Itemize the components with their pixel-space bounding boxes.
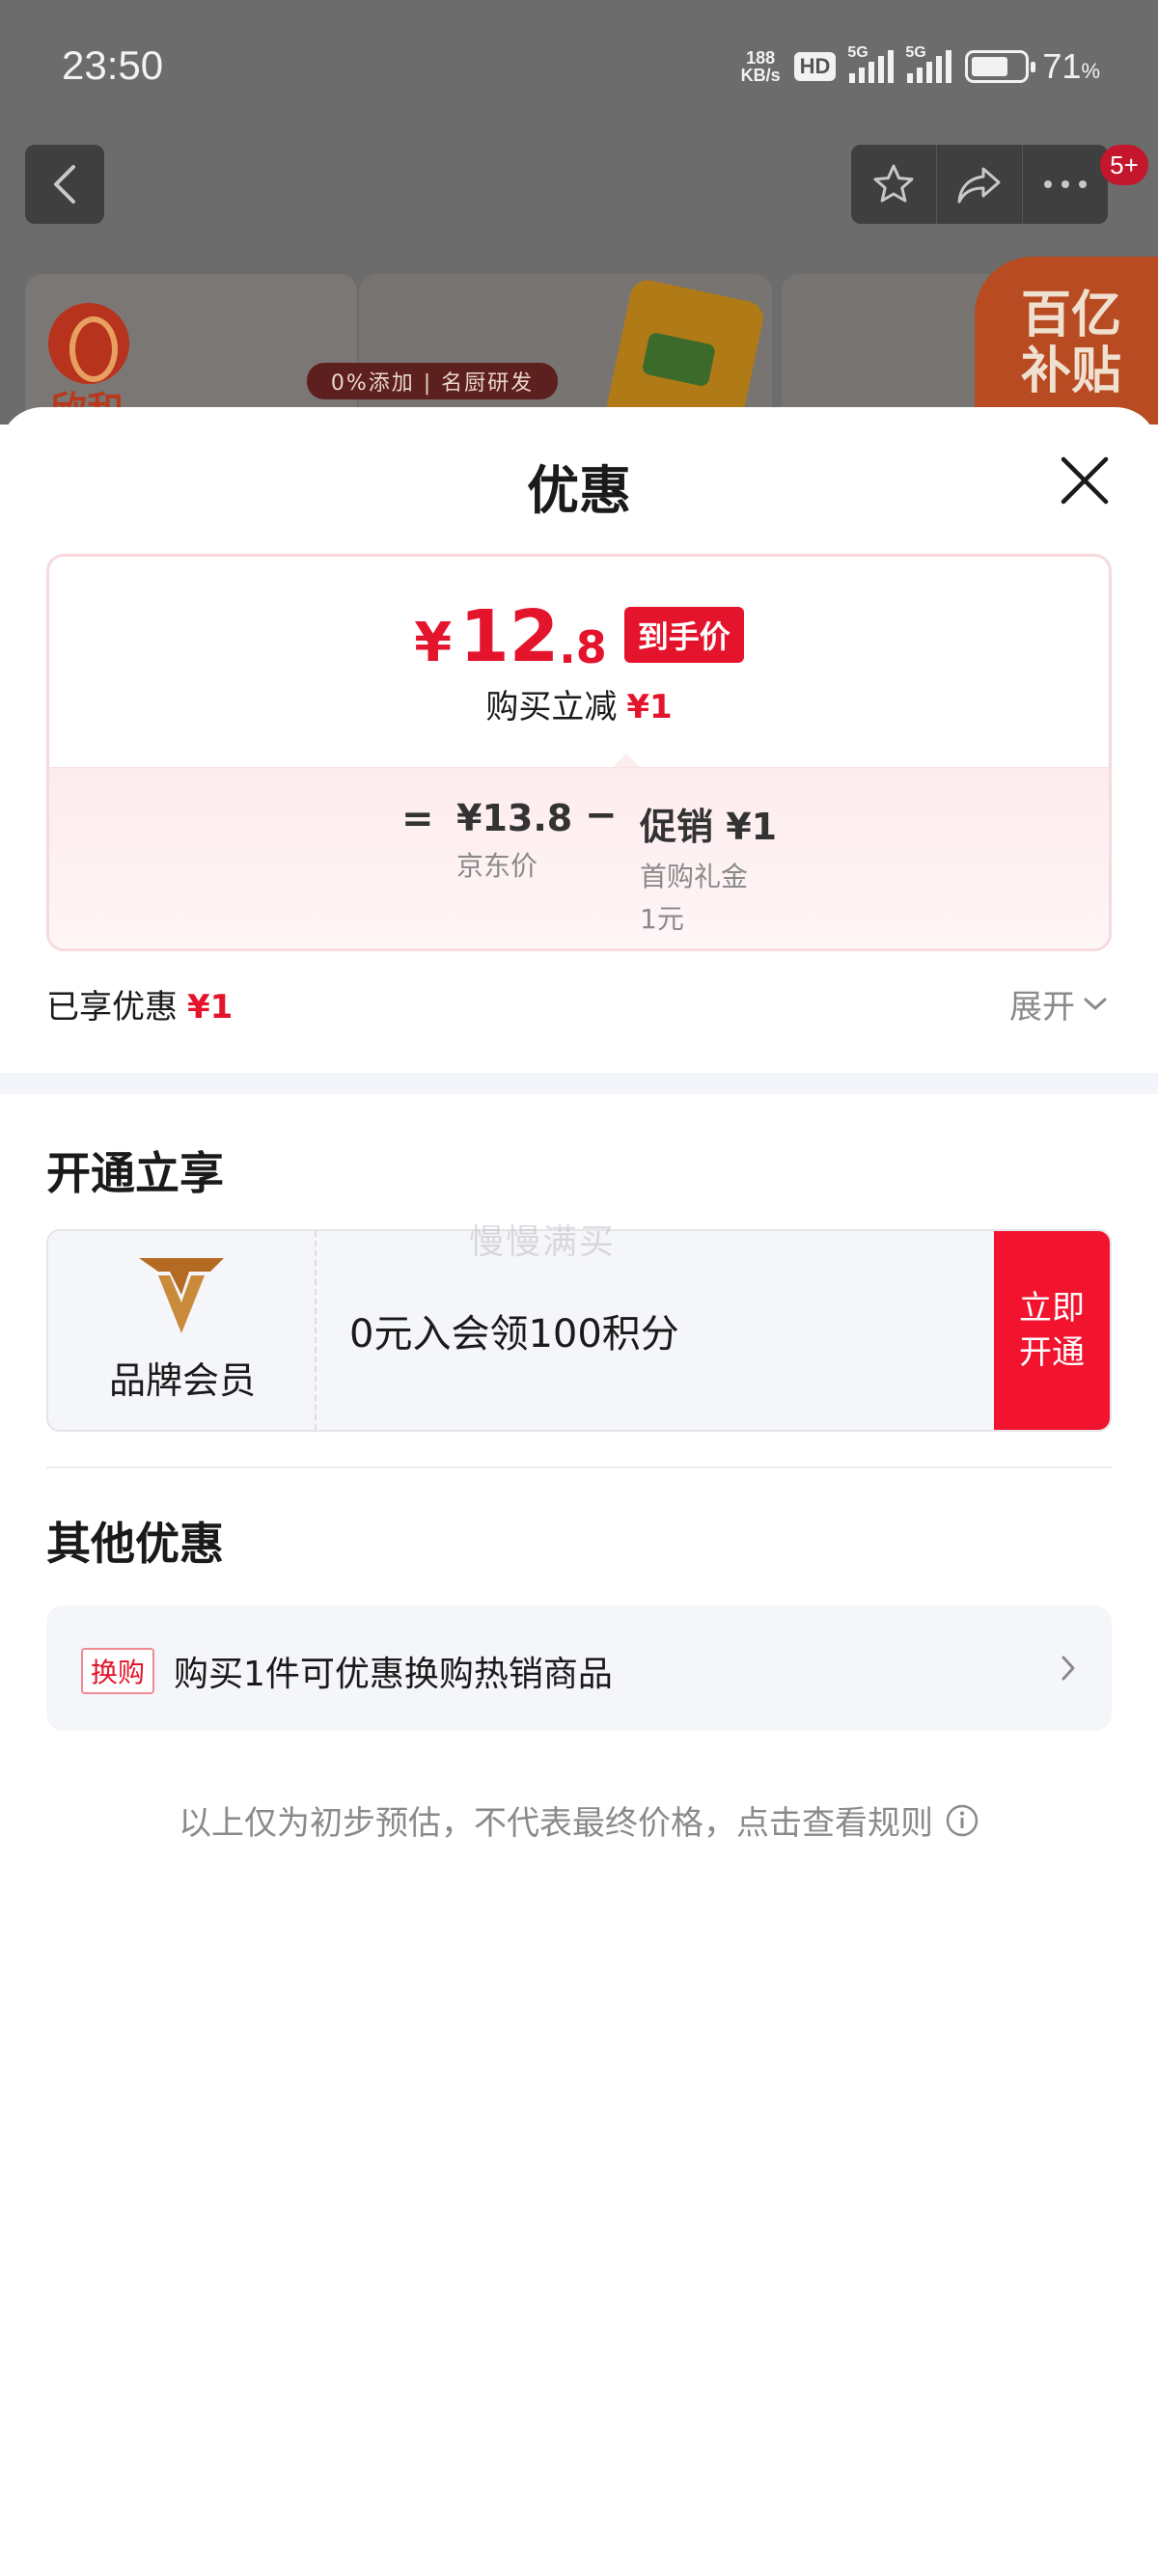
chevron-right-icon	[1062, 1656, 1075, 1681]
open-section-title: 开通立享	[46, 1147, 224, 1199]
battery-percent: 71%	[1042, 46, 1100, 86]
divider-line	[46, 1466, 1112, 1468]
close-button[interactable]	[1058, 453, 1112, 507]
member-benefit-text: 0元入会领100积分	[349, 1312, 679, 1357]
open-now-button[interactable]: 立即开通	[994, 1231, 1110, 1430]
final-price-section: ¥ 12 .8 到手价 购买立减 ¥1	[49, 557, 1109, 767]
exchange-offer-row[interactable]: 换购 购买1件可优惠换购热销商品	[46, 1605, 1112, 1731]
expand-button[interactable]: 展开	[1009, 980, 1108, 1028]
more-icon	[1044, 180, 1087, 188]
network-speed: 188 KB/s	[740, 48, 781, 85]
final-price-tag: 到手价	[623, 607, 744, 663]
enjoyed-discount: 已享优惠 ¥1	[46, 988, 234, 1027]
price-breakdown-card: ¥ 12 .8 到手价 购买立减 ¥1 = ¥13.8 京东价 − 促销 ¥1 首…	[46, 554, 1112, 951]
back-button[interactable]	[25, 145, 104, 224]
brand-v-logo-icon	[139, 1258, 224, 1333]
other-section-title: 其他优惠	[46, 1518, 224, 1570]
sheet-title: 优惠	[527, 460, 631, 521]
subsidy-badge: 百亿 补贴	[975, 257, 1158, 425]
watermark-text: 慢慢满买	[469, 1222, 617, 1262]
minus-sign: −	[585, 793, 618, 837]
signal-icon-2: 5G	[905, 44, 952, 83]
final-price: ¥ 12 .8 到手价	[49, 601, 1109, 672]
promo-column: 促销 ¥1 首购礼金 1元	[640, 806, 778, 935]
section-divider	[0, 1073, 1158, 1094]
hd-icon: HD	[793, 52, 837, 81]
exchange-offer-text: 购买1件可优惠换购热销商品	[174, 1655, 613, 1694]
exchange-badge: 换购	[81, 1648, 155, 1694]
share-icon	[957, 167, 1001, 204]
favorite-button[interactable]	[851, 145, 937, 224]
member-brand-area: 品牌会员	[48, 1231, 317, 1430]
more-button[interactable]	[1023, 145, 1108, 224]
chevron-down-icon	[1084, 998, 1107, 1009]
share-button[interactable]	[937, 145, 1023, 224]
info-icon[interactable]	[945, 1803, 979, 1838]
banner-slogan: 0%添加 | 名厨研发	[307, 363, 558, 399]
product-bottle-image	[603, 277, 767, 425]
battery-level	[972, 57, 1008, 76]
member-label: 品牌会员	[108, 1359, 256, 1402]
instant-reduction: 购买立减 ¥1	[485, 688, 673, 726]
status-bar: 23:50 188 KB/s HD 5G 5G 71%	[0, 0, 1158, 135]
top-action-group	[851, 145, 1108, 224]
product-image-1[interactable]: 欣和	[25, 274, 357, 425]
price-formula: = ¥13.8 京东价 − 促销 ¥1 首购礼金 1元	[49, 767, 1109, 948]
close-icon	[1061, 456, 1109, 505]
battery-icon	[965, 50, 1036, 83]
equals-sign: =	[401, 797, 434, 841]
status-icons: 188 KB/s HD 5G 5G 71%	[740, 44, 1100, 87]
rules-disclaimer[interactable]: 以上仅为初步预估，不代表最终价格，点击查看规则	[0, 1796, 1158, 1844]
star-icon	[873, 164, 914, 203]
signal-icon: 5G	[847, 44, 895, 83]
background-page: 23:50 188 KB/s HD 5G 5G 71% 5+ 0%添加 | 名厨…	[0, 0, 1158, 425]
brand-logo	[48, 303, 129, 384]
discount-sheet: 优惠 ¥ 12 .8 到手价 购买立减 ¥1 = ¥13.8 京东价 − 促销 …	[0, 407, 1158, 2576]
notification-badge: 5+	[1100, 145, 1148, 185]
status-time: 23:50	[62, 42, 164, 88]
jd-price-column: ¥13.8 京东价	[456, 797, 573, 882]
back-icon	[54, 165, 75, 204]
